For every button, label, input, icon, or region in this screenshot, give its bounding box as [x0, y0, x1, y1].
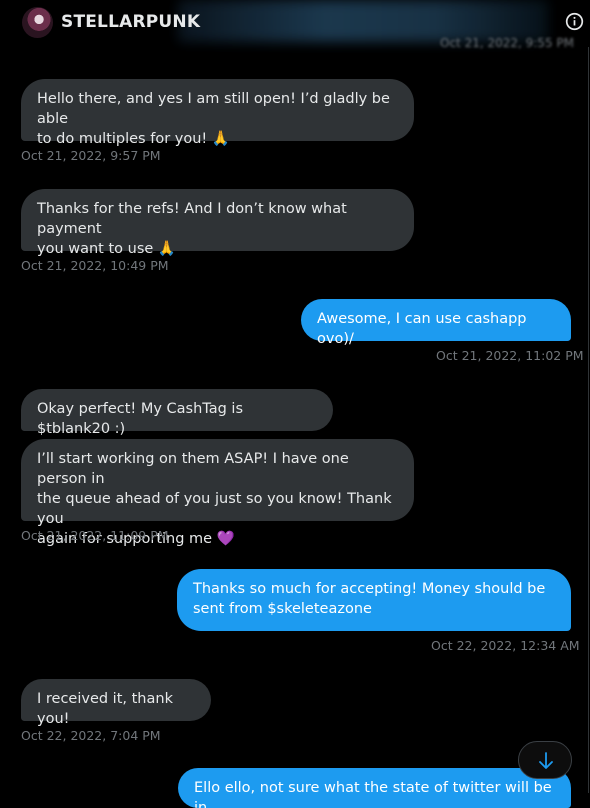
message-line: Awesome, I can use cashapp ovo)/: [317, 311, 527, 347]
message-bubble-incoming[interactable]: Okay perfect! My CashTag is $tblank20 :): [21, 389, 333, 437]
message-timestamp: Oct 21, 2022, 10:49 PM: [21, 258, 169, 273]
conversation-title[interactable]: STELLARPUNK: [61, 12, 200, 32]
message-line: Thanks for the refs! And I don’t know wh…: [37, 201, 347, 237]
scroll-to-bottom-button[interactable]: [518, 741, 572, 779]
avatar[interactable]: [22, 7, 53, 38]
info-icon[interactable]: [565, 12, 584, 31]
message-timestamp: Oct 21, 2022, 11:09 PM: [21, 528, 169, 543]
message-line: Okay perfect! My CashTag is $tblank20 :): [37, 401, 244, 437]
message-line: to do multiples for you! 🙏: [37, 131, 230, 147]
message-line: I received it, thank you!: [37, 691, 173, 727]
message-bubble-outgoing[interactable]: Awesome, I can use cashapp ovo)/: [301, 299, 571, 347]
message-line: I’ll start working on them ASAP! I have …: [37, 451, 349, 487]
message-bubble-incoming[interactable]: Thanks for the refs! And I don’t know wh…: [21, 189, 414, 257]
partial-timestamp: Oct 21, 2022, 9:55 PM: [440, 36, 574, 50]
message-bubble-outgoing[interactable]: Ello ello, not sure what the state of tw…: [178, 768, 571, 808]
message-bubble-incoming[interactable]: Hello there, and yes I am still open! I’…: [21, 79, 414, 147]
arrow-down-icon: [539, 752, 553, 769]
message-line: Ello ello, not sure what the state of tw…: [194, 780, 552, 808]
message-line: Hello there, and yes I am still open! I’…: [37, 91, 390, 127]
message-line: Thanks so much for accepting! Money shou…: [193, 581, 546, 597]
message-line: sent from $skeleteazone: [193, 601, 372, 617]
message-bubble-incoming[interactable]: I’ll start working on them ASAP! I have …: [21, 439, 414, 547]
message-line: you want to use 🙏: [37, 241, 176, 257]
message-bubble-incoming[interactable]: I received it, thank you!: [21, 679, 211, 727]
message-timestamp: Oct 21, 2022, 11:02 PM: [436, 348, 584, 363]
message-bubble-outgoing[interactable]: Thanks so much for accepting! Money shou…: [177, 569, 571, 631]
message-timestamp: Oct 22, 2022, 7:04 PM: [21, 728, 161, 743]
message-timestamp: Oct 21, 2022, 9:57 PM: [21, 148, 161, 163]
message-timestamp: Oct 22, 2022, 12:34 AM: [431, 638, 580, 653]
message-line: the queue ahead of you just so you know!…: [37, 491, 392, 527]
conversation-panel: STELLARPUNK Oct 21, 2022, 9:55 PM Hello …: [0, 0, 589, 808]
